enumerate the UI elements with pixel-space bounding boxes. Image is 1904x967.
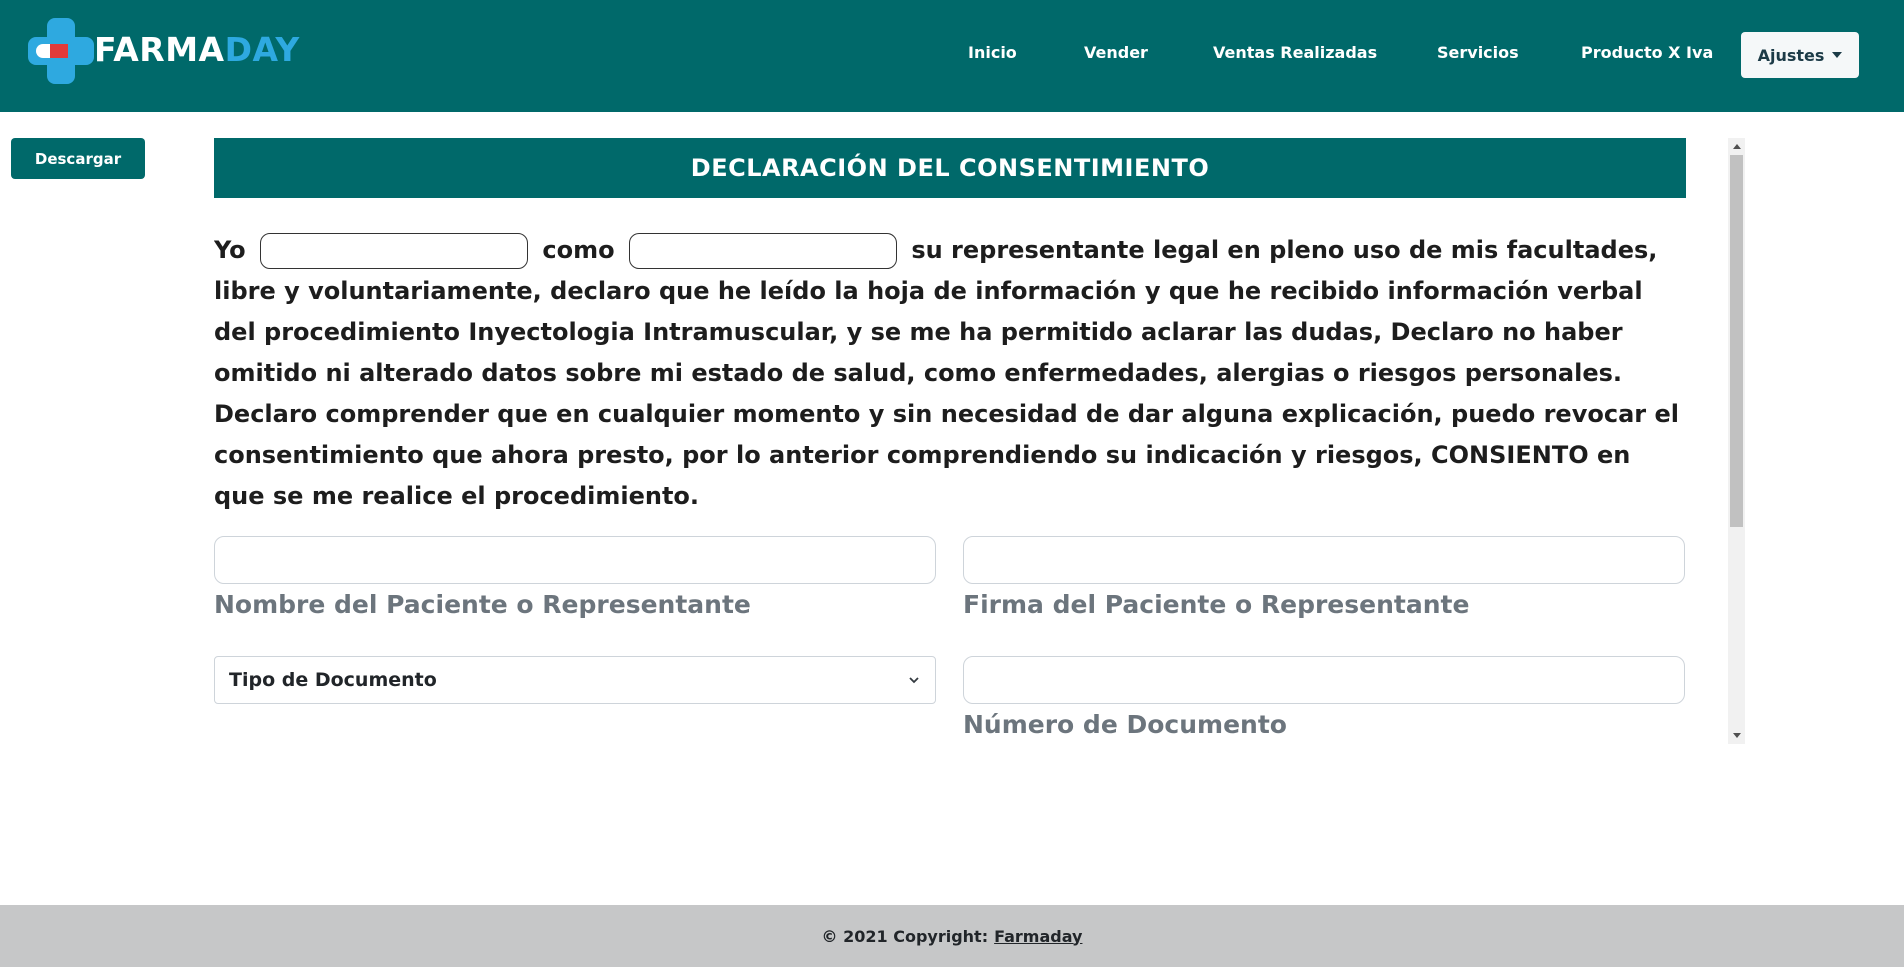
document-number-label: Número de Documento [963, 710, 1287, 739]
patient-name-input[interactable] [214, 536, 936, 584]
consent-word-yo: Yo [214, 236, 246, 264]
document-type-selected: Tipo de Documento [229, 669, 437, 691]
scroll-down-arrow-icon[interactable] [1728, 727, 1745, 744]
download-button[interactable]: Descargar [11, 138, 145, 179]
chevron-down-icon [909, 677, 919, 684]
nav-item-vender[interactable]: Vender [1084, 43, 1148, 62]
scrollbar-thumb[interactable] [1730, 155, 1743, 527]
consent-body-text: su representante legal en pleno uso de m… [214, 236, 1679, 510]
patient-name-label: Nombre del Paciente o Representante [214, 590, 751, 619]
footer-brand-link[interactable]: Farmaday [994, 927, 1082, 946]
document-scrollbar[interactable] [1728, 138, 1745, 744]
document-number-input[interactable] [963, 656, 1685, 704]
medical-cross-icon [28, 18, 94, 84]
brand-logo[interactable]: FARMADAY [28, 18, 328, 84]
consent-word-como: como [542, 236, 615, 264]
page-footer: © 2021 Copyright: Farmaday [0, 905, 1904, 967]
nav-item-inicio[interactable]: Inicio [968, 43, 1017, 62]
settings-dropdown-label: Ajustes [1757, 45, 1825, 65]
consent-paragraph: Yo como su representante legal en pleno … [214, 230, 1686, 517]
consent-name-input[interactable] [260, 233, 529, 269]
settings-dropdown-button[interactable]: Ajustes [1741, 32, 1859, 78]
top-navbar: FARMADAY Inicio Vender Ventas Realizadas… [0, 0, 1904, 112]
nav-item-ventas-realizadas[interactable]: Ventas Realizadas [1213, 43, 1377, 62]
patient-signature-input[interactable] [963, 536, 1685, 584]
nav-item-producto-x-iva[interactable]: Producto X Iva [1581, 43, 1713, 62]
footer-copyright-text: © 2021 Copyright: [821, 926, 989, 946]
scroll-up-arrow-icon[interactable] [1728, 138, 1745, 155]
brand-name: FARMADAY [94, 30, 300, 69]
patient-signature-label: Firma del Paciente o Representante [963, 590, 1470, 619]
brand-name-part1: FARMA [94, 30, 225, 69]
nav-item-servicios[interactable]: Servicios [1437, 43, 1519, 62]
brand-name-part2: DAY [224, 30, 300, 69]
document-title: DECLARACIÓN DEL CONSENTIMIENTO [214, 138, 1686, 198]
consent-document: DECLARACIÓN DEL CONSENTIMIENTO Yo como s… [214, 138, 1686, 744]
caret-down-icon [1832, 52, 1843, 58]
consent-relationship-input[interactable] [628, 233, 897, 269]
document-type-select[interactable]: Tipo de Documento [214, 656, 936, 704]
